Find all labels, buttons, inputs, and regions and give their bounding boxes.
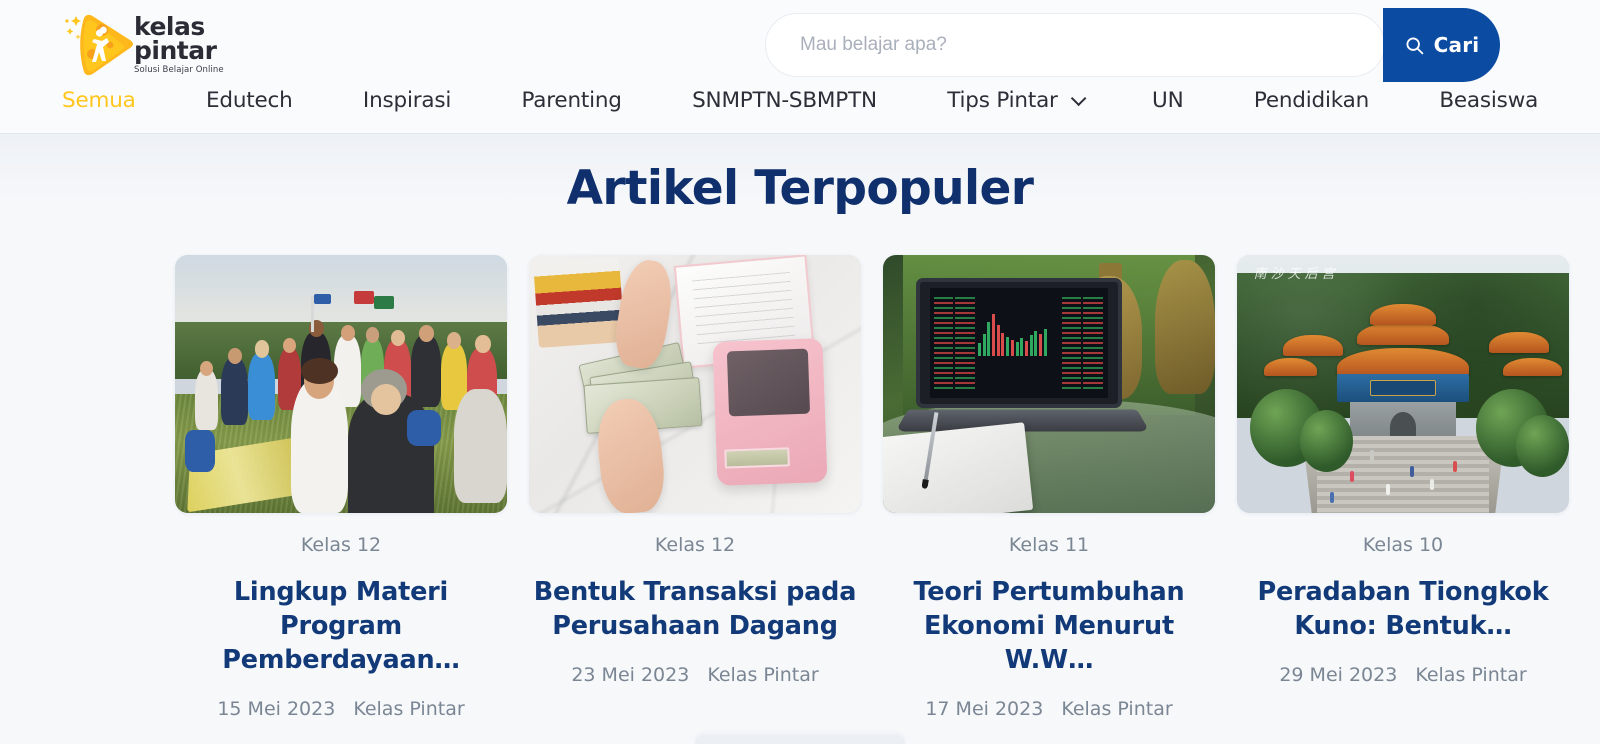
article-grade: Kelas 12 [654,534,736,556]
crowd-in-field-illustration [175,255,507,513]
nav-item-tips-pintar[interactable]: Tips Pintar [947,88,1087,113]
nav-item-label: Semua [62,88,136,113]
nav-item-label: SNMPTN-SBMPTN [692,88,877,113]
article-card[interactable]: Kelas 12 Lingkup Materi Program Pemberda… [175,255,507,720]
article-footer: 15 Mei 2023 Kelas Pintar [175,698,507,720]
laptop-trading-chart-illustration [883,255,1215,513]
article-grade: Kelas 11 [1008,534,1090,556]
money-and-calculator-illustration [529,255,861,513]
nav-item-pendidikan[interactable]: Pendidikan [1254,88,1369,113]
search-submit-button[interactable]: Cari [1383,8,1500,82]
article-footer: 23 Mei 2023 Kelas Pintar [529,664,861,686]
nav-item-snmptn-sbmptn[interactable]: SNMPTN-SBMPTN [692,88,877,113]
article-title[interactable]: Peradaban Tiongkok Kuno: Bentuk… [1237,575,1569,643]
article-grade: Kelas 12 [300,534,382,556]
logo-text-pintar: pintar [134,36,217,65]
article-author: Kelas Pintar [353,698,465,721]
article-thumbnail[interactable]: 南沙天后宫 [1237,255,1569,513]
article-title[interactable]: Bentuk Transaksi pada Perusahaan Dagang [529,575,861,643]
site-header: kelas pintar Solusi Belajar Online Cari … [0,0,1600,134]
nav-item-parenting[interactable]: Parenting [521,88,621,113]
article-date: 23 Mei 2023 [571,664,690,687]
article-footer: 29 Mei 2023 Kelas Pintar [1237,664,1569,686]
search-bar: Cari [765,8,1500,82]
article-date: 17 Mei 2023 [925,698,1044,721]
article-card[interactable]: Kelas 12 Bentuk Transaksi pada Perusahaa… [529,255,861,720]
nav-item-inspirasi[interactable]: Inspirasi [363,88,451,113]
article-author: Kelas Pintar [707,664,819,687]
nav-item-beasiswa[interactable]: Beasiswa [1439,88,1538,113]
article-title[interactable]: Lingkup Materi Program Pemberdayaan… [175,575,507,677]
nav-item-edutech[interactable]: Edutech [206,88,293,113]
next-section-peek [695,735,905,744]
article-title[interactable]: Teori Pertumbuhan Ekonomi Menurut W.W… [883,575,1215,677]
article-date: 29 Mei 2023 [1279,664,1398,687]
logo-wordmark: kelas pintar Solusi Belajar Online [134,14,244,76]
play-triangle-person-logo-icon [65,14,133,76]
nav-item-label: Parenting [521,88,622,113]
temple-calligraphy-text: 南沙天后宫 [1253,266,1339,282]
logo-tagline: Solusi Belajar Online [134,65,224,75]
article-author: Kelas Pintar [1061,698,1173,721]
nav-item-un[interactable]: UN [1152,88,1184,113]
article-thumbnail[interactable] [175,255,507,513]
search-icon [1406,36,1423,54]
chinese-temple-illustration: 南沙天后宫 [1237,255,1569,513]
popular-articles-section: Artikel Terpopuler Kelas 12 Lingkup Mate… [0,134,1600,744]
header-top-bar: kelas pintar Solusi Belajar Online Cari [0,0,1600,88]
article-card-grid: Kelas 12 Lingkup Materi Program Pemberda… [87,216,1569,720]
nav-item-label: Tips Pintar [947,88,1058,113]
nav-item-semua[interactable]: Semua [62,88,136,113]
article-footer: 17 Mei 2023 Kelas Pintar [883,698,1215,720]
article-author: Kelas Pintar [1415,664,1527,687]
page-title: Artikel Terpopuler [566,161,1034,216]
search-submit-label: Cari [1433,33,1480,57]
nav-item-label: Inspirasi [362,88,452,113]
nav-item-label: Beasiswa [1439,88,1539,113]
article-thumbnail[interactable] [883,255,1215,513]
search-input[interactable] [765,13,1385,77]
category-nav: Semua Edutech Inspirasi Parenting SNMPTN… [0,88,1600,134]
nav-item-label: UN [1152,88,1184,113]
article-grade: Kelas 10 [1362,534,1444,556]
site-logo[interactable]: kelas pintar Solusi Belajar Online [62,6,242,82]
article-date: 15 Mei 2023 [217,698,336,721]
nav-item-label: Edutech [205,88,293,113]
article-thumbnail[interactable] [529,255,861,513]
nav-item-label: Pendidikan [1253,88,1369,113]
article-card[interactable]: 南沙天后宫 Kelas 10 Peradaban Tiongkok Kuno: … [1237,255,1569,720]
chevron-down-icon [1070,90,1087,107]
article-card[interactable]: Kelas 11 Teori Pertumbuhan Ekonomi Menur… [883,255,1215,720]
